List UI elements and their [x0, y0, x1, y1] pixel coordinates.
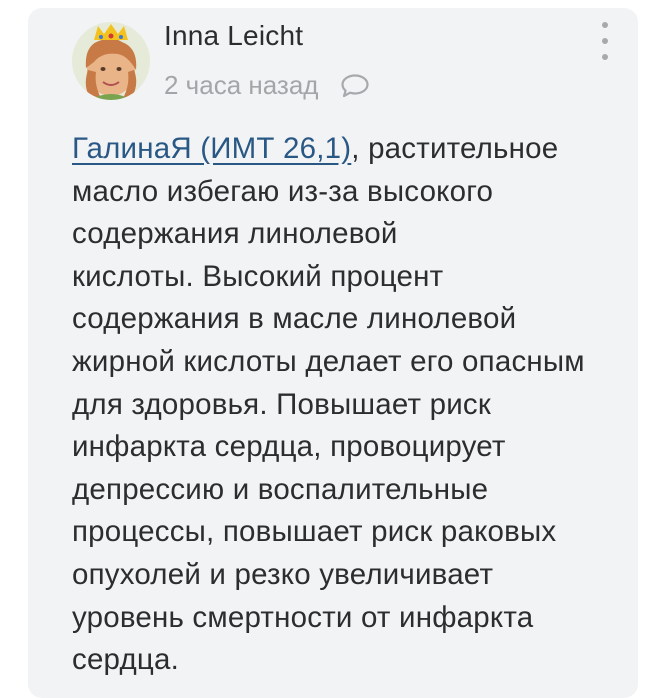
- text-line: содержания линолевой: [72, 217, 398, 251]
- text-line: опухолей и резко увеличивает: [72, 557, 494, 591]
- more-menu-button[interactable]: [592, 20, 618, 70]
- text-line: кислоты. Высокий процент: [72, 259, 444, 293]
- text-line: процессы, повышает риск раковых: [72, 515, 557, 549]
- comment-card: Inna Leicht 2 часа назад ГалинаЯ (ИМТ 26…: [28, 8, 638, 698]
- comment-meta: 2 часа назад: [164, 70, 370, 101]
- avatar[interactable]: [72, 22, 150, 100]
- timestamp[interactable]: 2 часа назад: [164, 70, 318, 101]
- avatar-photo: [72, 22, 150, 100]
- text-line: жирной кислоты делает его опасным: [72, 344, 585, 378]
- comment-text: ГалинаЯ (ИМТ 26,1), растительное масло и…: [72, 128, 628, 682]
- text-line: для здоровья. Повышает риск: [72, 387, 491, 421]
- text-line: сердца.: [72, 643, 179, 677]
- comment-bubble-icon[interactable]: [340, 73, 370, 99]
- text-line: , растительное: [351, 132, 559, 165]
- mention-link[interactable]: ГалинаЯ (ИМТ 26,1): [72, 132, 351, 165]
- text-line: депрессию и воспалительные: [72, 472, 489, 506]
- more-vertical-icon: [602, 22, 608, 28]
- author-name[interactable]: Inna Leicht: [164, 20, 303, 52]
- text-line: уровень смертности от инфаркта: [72, 600, 534, 634]
- text-line: инфаркта сердца, провоцирует: [72, 430, 506, 464]
- text-line: содержания в масле линолевой: [72, 302, 517, 336]
- text-line: масло избегаю из-за высокого: [72, 174, 494, 208]
